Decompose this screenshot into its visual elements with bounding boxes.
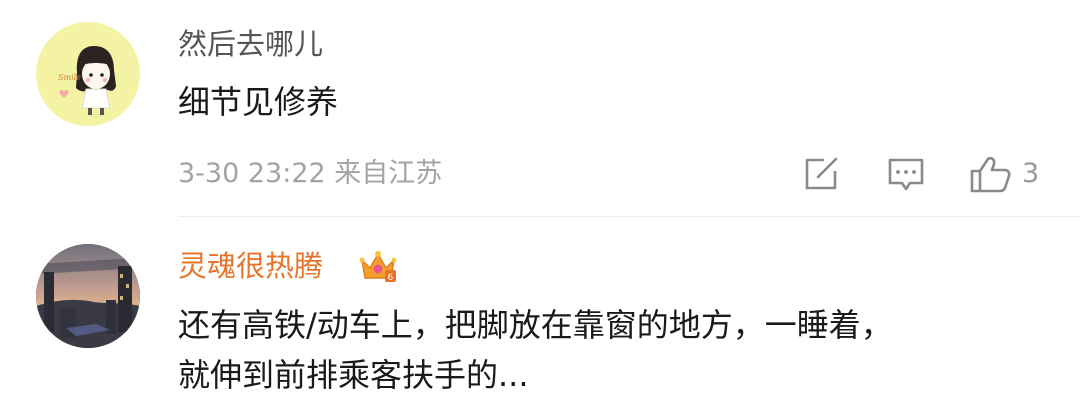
comment-text: 细节见修养 <box>178 83 339 121</box>
svg-text:Smile: Smile <box>58 73 81 82</box>
share-icon <box>805 157 838 190</box>
comment-icon <box>888 158 924 191</box>
svg-text:6: 6 <box>388 273 394 283</box>
comment-text-line: 就伸到前排乘客扶手的... <box>178 356 529 394</box>
share-button[interactable] <box>802 152 842 196</box>
username[interactable]: 然后去哪儿 <box>178 26 323 62</box>
divider <box>178 216 1080 217</box>
comment-list: Smile 然后去哪儿 细节见修养 3-30 23:22 来自江苏 3 灵魂很热… <box>0 0 1080 415</box>
comment-text: 还有高铁/动车上，把脚放在靠窗的地方，一睡着， 就伸到前排乘客扶手的... <box>178 300 893 400</box>
crown-icon: 6 <box>358 248 398 284</box>
thumbs-up-icon <box>970 156 1011 193</box>
avatar[interactable]: Smile <box>36 22 140 126</box>
reply-button[interactable] <box>886 152 928 196</box>
comment-item: 灵魂很热腾 6 还有高铁/动车上，把脚放在靠窗的地方，一睡着， 就伸到前排乘客扶… <box>0 218 1080 415</box>
comment-text-line: 还有高铁/动车上，把脚放在靠窗的地方，一睡着， <box>178 306 893 344</box>
city-sunset-avatar-icon <box>36 244 140 348</box>
like-button[interactable]: 3 <box>968 152 1039 196</box>
like-count: 3 <box>1022 158 1040 189</box>
smile-girl-avatar-icon: Smile <box>36 22 140 126</box>
comment-item: Smile 然后去哪儿 细节见修养 3-30 23:22 来自江苏 3 <box>0 0 1080 218</box>
comment-meta: 3-30 23:22 来自江苏 <box>178 158 443 189</box>
username[interactable]: 灵魂很热腾 <box>178 248 323 284</box>
avatar[interactable] <box>36 244 140 348</box>
